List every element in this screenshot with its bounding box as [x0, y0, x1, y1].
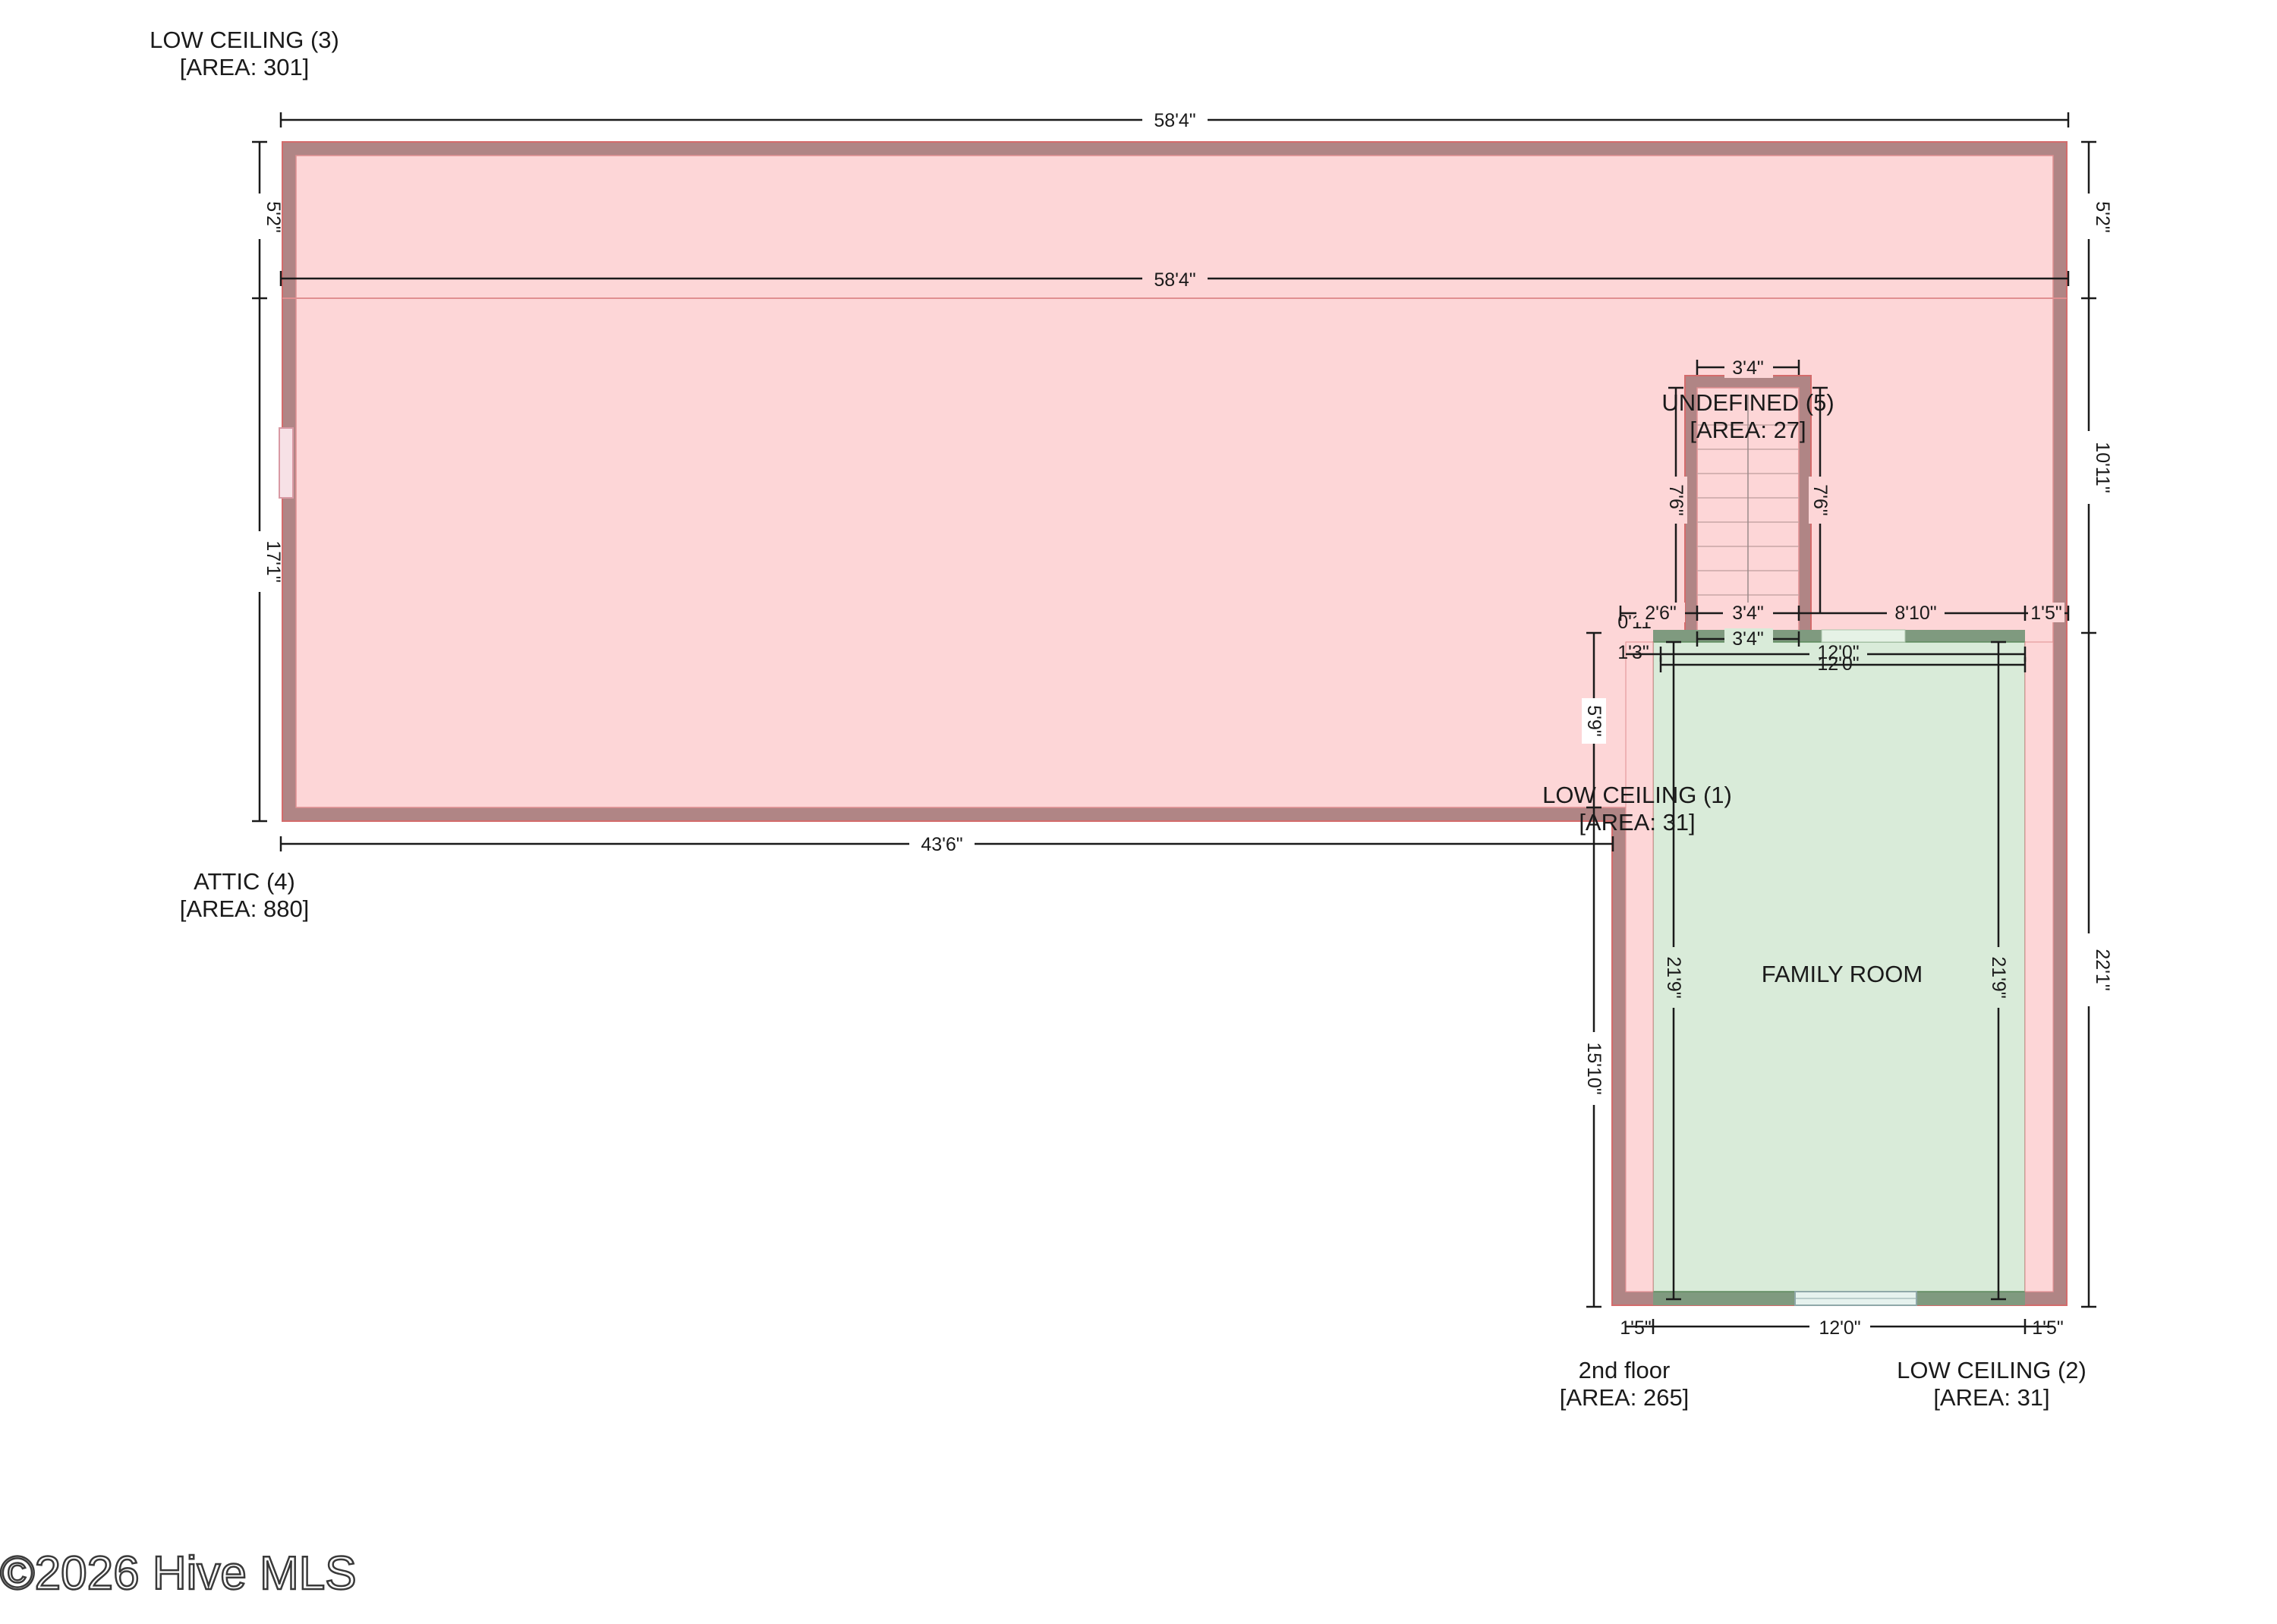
attic-access-hatch	[279, 427, 294, 499]
label-family-room: FAMILY ROOM	[1762, 961, 1923, 987]
dim-right-mid: 10'11"	[2092, 442, 2113, 493]
label-low-ceiling-2: LOW CEILING (2)	[1897, 1357, 2086, 1383]
low-ceiling-1-floor	[1625, 641, 1654, 1292]
label-low-ceiling-3: LOW CEILING (3)	[150, 27, 339, 53]
dim-inner-total: 58'4"	[1154, 269, 1195, 291]
dim-left-main: 17'1"	[263, 540, 284, 582]
dim-fr-left-15-10: 15'10"	[1583, 1042, 1605, 1094]
label-2nd-floor: 2nd floor	[1579, 1357, 1671, 1383]
dim-seg-3-4b: 3'4"	[1732, 628, 1763, 650]
dim-seg-1-3: 1'3"	[1617, 642, 1649, 663]
dim-left-top: 5'2"	[263, 201, 284, 232]
dim-top-total: 58'4"	[1154, 110, 1195, 131]
dim-right-top: 5'2"	[2092, 201, 2113, 232]
dim-bottom-right: 1'5"	[2032, 1317, 2063, 1339]
floor-plan: 58'4" 58'4" 43'6" 5'2" 17'1" 5'2" 10'11"…	[0, 27, 2113, 1600]
label-low-ceiling-1: LOW CEILING (1)	[1542, 782, 1732, 808]
dim-fr-left-5-9: 5'9"	[1583, 705, 1605, 736]
label-attic-4: ATTIC (4)	[194, 868, 295, 895]
dim-seg-1-5-top: 1'5"	[2030, 603, 2061, 624]
label-undefined-5: UNDEFINED (5)	[1661, 389, 1834, 416]
dim-fr-left-h: 21'9"	[1663, 956, 1684, 998]
dim-stair-top: 3'4"	[1732, 357, 1763, 379]
watermark: ©2026 Hive MLS	[0, 1547, 357, 1600]
family-room-top-opening	[1821, 629, 1906, 643]
area-2nd-floor: [AREA: 265]	[1560, 1384, 1690, 1411]
dim-seg-3-4a: 3'4"	[1732, 603, 1763, 624]
dim-seg-8-10: 8'10"	[1894, 603, 1936, 624]
dim-bottom-mid: 12'0"	[1819, 1317, 1860, 1339]
dim-stair-left: 7'6"	[1665, 484, 1686, 515]
low-ceiling-2-floor	[2024, 641, 2054, 1292]
dim-fr-right-h: 21'9"	[1988, 956, 2009, 998]
area-attic-4: [AREA: 880]	[180, 895, 310, 922]
area-low-ceiling-2: [AREA: 31]	[1933, 1384, 2049, 1411]
dim-stair-right: 7'6"	[1809, 484, 1831, 515]
area-undefined-5: [AREA: 27]	[1690, 417, 1806, 443]
dim-bottom-attic: 43'6"	[921, 834, 962, 855]
dim-seg-2-6: 2'6"	[1645, 603, 1676, 624]
area-low-ceiling-1: [AREA: 31]	[1579, 809, 1695, 836]
dim-right-low: 22'1"	[2092, 949, 2113, 990]
dim-fr-top-b: 12'0"	[1817, 653, 1859, 675]
area-low-ceiling-3: [AREA: 301]	[180, 54, 310, 80]
dim-bottom-left: 1'5"	[1620, 1317, 1651, 1339]
